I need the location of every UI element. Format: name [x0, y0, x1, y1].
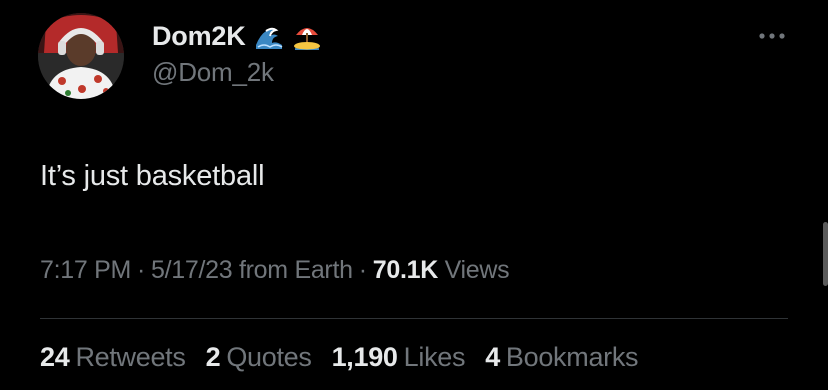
retweets-label: Retweets	[75, 342, 186, 372]
tweet-text: It’s just basketball	[40, 160, 265, 192]
likes-label: Likes	[403, 342, 466, 372]
retweets-stat[interactable]: 24 Retweets	[40, 342, 186, 373]
quotes-label: Quotes	[226, 342, 312, 372]
display-name[interactable]: Dom2K	[152, 21, 246, 52]
quotes-stat[interactable]: 2 Quotes	[206, 342, 312, 373]
tweet-metadata: 7:17 PM · 5/17/23 from Earth · 70.1K Views	[40, 256, 510, 285]
views-label: Views	[444, 256, 510, 284]
tweet-detail: Dom2K @Dom_2k It’s just basketball 7:17 …	[0, 0, 828, 390]
more-options-button[interactable]	[754, 24, 790, 48]
meta-separator: ·	[137, 256, 146, 284]
views-count[interactable]: 70.1K	[373, 256, 439, 284]
retweets-count: 24	[40, 342, 70, 372]
avatar-image	[38, 13, 124, 99]
avatar[interactable]	[38, 13, 124, 99]
divider	[40, 318, 788, 319]
tweet-time[interactable]: 7:17 PM	[40, 256, 131, 284]
meta-separator: ·	[358, 256, 367, 284]
quotes-count: 2	[205, 342, 221, 372]
bookmarks-stat[interactable]: 4 Bookmarks	[485, 342, 638, 373]
tweet-date-source[interactable]: 5/17/23 from Earth	[151, 256, 353, 284]
likes-count: 1,190	[331, 342, 398, 372]
beach-umbrella-icon	[292, 21, 322, 51]
more-options-icon	[759, 33, 785, 39]
scrollbar[interactable]	[823, 222, 828, 286]
bookmarks-label: Bookmarks	[505, 342, 639, 372]
bookmarks-count: 4	[485, 342, 500, 372]
author-name-row: Dom2K	[152, 16, 322, 56]
likes-stat[interactable]: 1,190 Likes	[332, 342, 466, 373]
author-handle[interactable]: @Dom_2k	[152, 57, 274, 88]
water-wave-icon	[254, 21, 284, 51]
engagement-stats: 24 Retweets 2 Quotes 1,190 Likes 4 Bookmarks	[40, 342, 639, 373]
